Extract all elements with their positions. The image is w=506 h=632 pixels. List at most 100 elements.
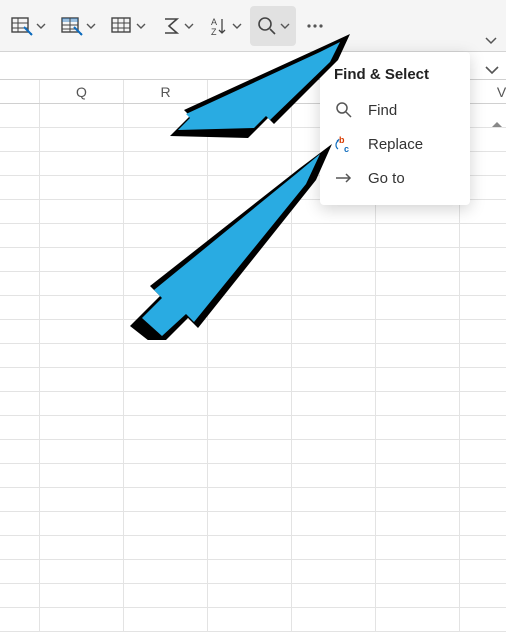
- cell[interactable]: [40, 488, 124, 511]
- cell[interactable]: [0, 272, 40, 295]
- cell[interactable]: [40, 272, 124, 295]
- cell[interactable]: [40, 464, 124, 487]
- cell[interactable]: [292, 368, 376, 391]
- cell[interactable]: [460, 320, 506, 343]
- cell[interactable]: [460, 464, 506, 487]
- cell[interactable]: [208, 152, 292, 175]
- cell[interactable]: [292, 512, 376, 535]
- cell[interactable]: [460, 248, 506, 271]
- cell[interactable]: [208, 608, 292, 631]
- cell[interactable]: [40, 512, 124, 535]
- cell[interactable]: [124, 512, 208, 535]
- cell[interactable]: [124, 104, 208, 127]
- cell[interactable]: [208, 392, 292, 415]
- cell[interactable]: [0, 104, 40, 127]
- cell[interactable]: [460, 512, 506, 535]
- cell[interactable]: [460, 344, 506, 367]
- cell[interactable]: [124, 248, 208, 271]
- cell[interactable]: [124, 344, 208, 367]
- cell[interactable]: [460, 440, 506, 463]
- cell[interactable]: [40, 440, 124, 463]
- autosum-button[interactable]: [154, 6, 200, 46]
- find-select-button[interactable]: [250, 6, 296, 46]
- cell[interactable]: [0, 296, 40, 319]
- cell[interactable]: [124, 440, 208, 463]
- table-row[interactable]: [0, 344, 506, 368]
- cell[interactable]: [208, 176, 292, 199]
- col-header[interactable]: [0, 80, 40, 103]
- cell[interactable]: [0, 200, 40, 223]
- cell[interactable]: [292, 248, 376, 271]
- cell[interactable]: [124, 152, 208, 175]
- cell[interactable]: [376, 224, 460, 247]
- cell[interactable]: [0, 224, 40, 247]
- cell[interactable]: [460, 272, 506, 295]
- cell[interactable]: [208, 296, 292, 319]
- col-header-q[interactable]: Q: [40, 80, 124, 103]
- cell[interactable]: [292, 272, 376, 295]
- cell[interactable]: [40, 152, 124, 175]
- cell[interactable]: [40, 608, 124, 631]
- cell[interactable]: [124, 320, 208, 343]
- panel-collapse-chevron[interactable]: [484, 62, 500, 78]
- table-row[interactable]: [0, 368, 506, 392]
- cell[interactable]: [208, 344, 292, 367]
- cell[interactable]: [376, 464, 460, 487]
- cell[interactable]: [40, 296, 124, 319]
- cell[interactable]: [124, 584, 208, 607]
- cell[interactable]: [0, 320, 40, 343]
- cell[interactable]: [40, 104, 124, 127]
- cell[interactable]: [40, 416, 124, 439]
- cell[interactable]: [376, 248, 460, 271]
- cell[interactable]: [208, 104, 292, 127]
- cell[interactable]: [0, 368, 40, 391]
- scrollbar-up-button[interactable]: [490, 118, 504, 132]
- cell[interactable]: [124, 536, 208, 559]
- cell[interactable]: [208, 536, 292, 559]
- cell[interactable]: [292, 224, 376, 247]
- cell[interactable]: [376, 584, 460, 607]
- cell[interactable]: [460, 368, 506, 391]
- conditional-formatting-button[interactable]: [4, 6, 52, 46]
- cell[interactable]: [208, 416, 292, 439]
- cell[interactable]: [460, 416, 506, 439]
- cell[interactable]: [208, 440, 292, 463]
- cell[interactable]: [40, 344, 124, 367]
- col-header-r[interactable]: R: [124, 80, 208, 103]
- table-row[interactable]: [0, 272, 506, 296]
- cell[interactable]: [0, 392, 40, 415]
- cell[interactable]: [0, 152, 40, 175]
- cell[interactable]: [40, 200, 124, 223]
- cell[interactable]: [460, 392, 506, 415]
- cell[interactable]: [208, 224, 292, 247]
- cell[interactable]: [0, 608, 40, 631]
- cell[interactable]: [460, 296, 506, 319]
- table-row[interactable]: [0, 488, 506, 512]
- cell[interactable]: [376, 512, 460, 535]
- cell[interactable]: [376, 416, 460, 439]
- cell[interactable]: [292, 488, 376, 511]
- cell[interactable]: [460, 488, 506, 511]
- cell[interactable]: [0, 176, 40, 199]
- cell[interactable]: [0, 536, 40, 559]
- cell[interactable]: [376, 368, 460, 391]
- cell[interactable]: [376, 272, 460, 295]
- cell[interactable]: [40, 224, 124, 247]
- cell[interactable]: [460, 560, 506, 583]
- cell[interactable]: [208, 320, 292, 343]
- cell[interactable]: [0, 344, 40, 367]
- ribbon-collapse-chevron[interactable]: [484, 34, 498, 48]
- cell[interactable]: [376, 440, 460, 463]
- table-row[interactable]: [0, 536, 506, 560]
- cell[interactable]: [208, 464, 292, 487]
- cell[interactable]: [292, 296, 376, 319]
- cell[interactable]: [292, 344, 376, 367]
- cell[interactable]: [208, 512, 292, 535]
- cell[interactable]: [124, 224, 208, 247]
- table-row[interactable]: [0, 560, 506, 584]
- cell[interactable]: [292, 560, 376, 583]
- sort-filter-button[interactable]: AZ: [202, 6, 248, 46]
- table-row[interactable]: [0, 584, 506, 608]
- cell[interactable]: [124, 416, 208, 439]
- table-row[interactable]: [0, 440, 506, 464]
